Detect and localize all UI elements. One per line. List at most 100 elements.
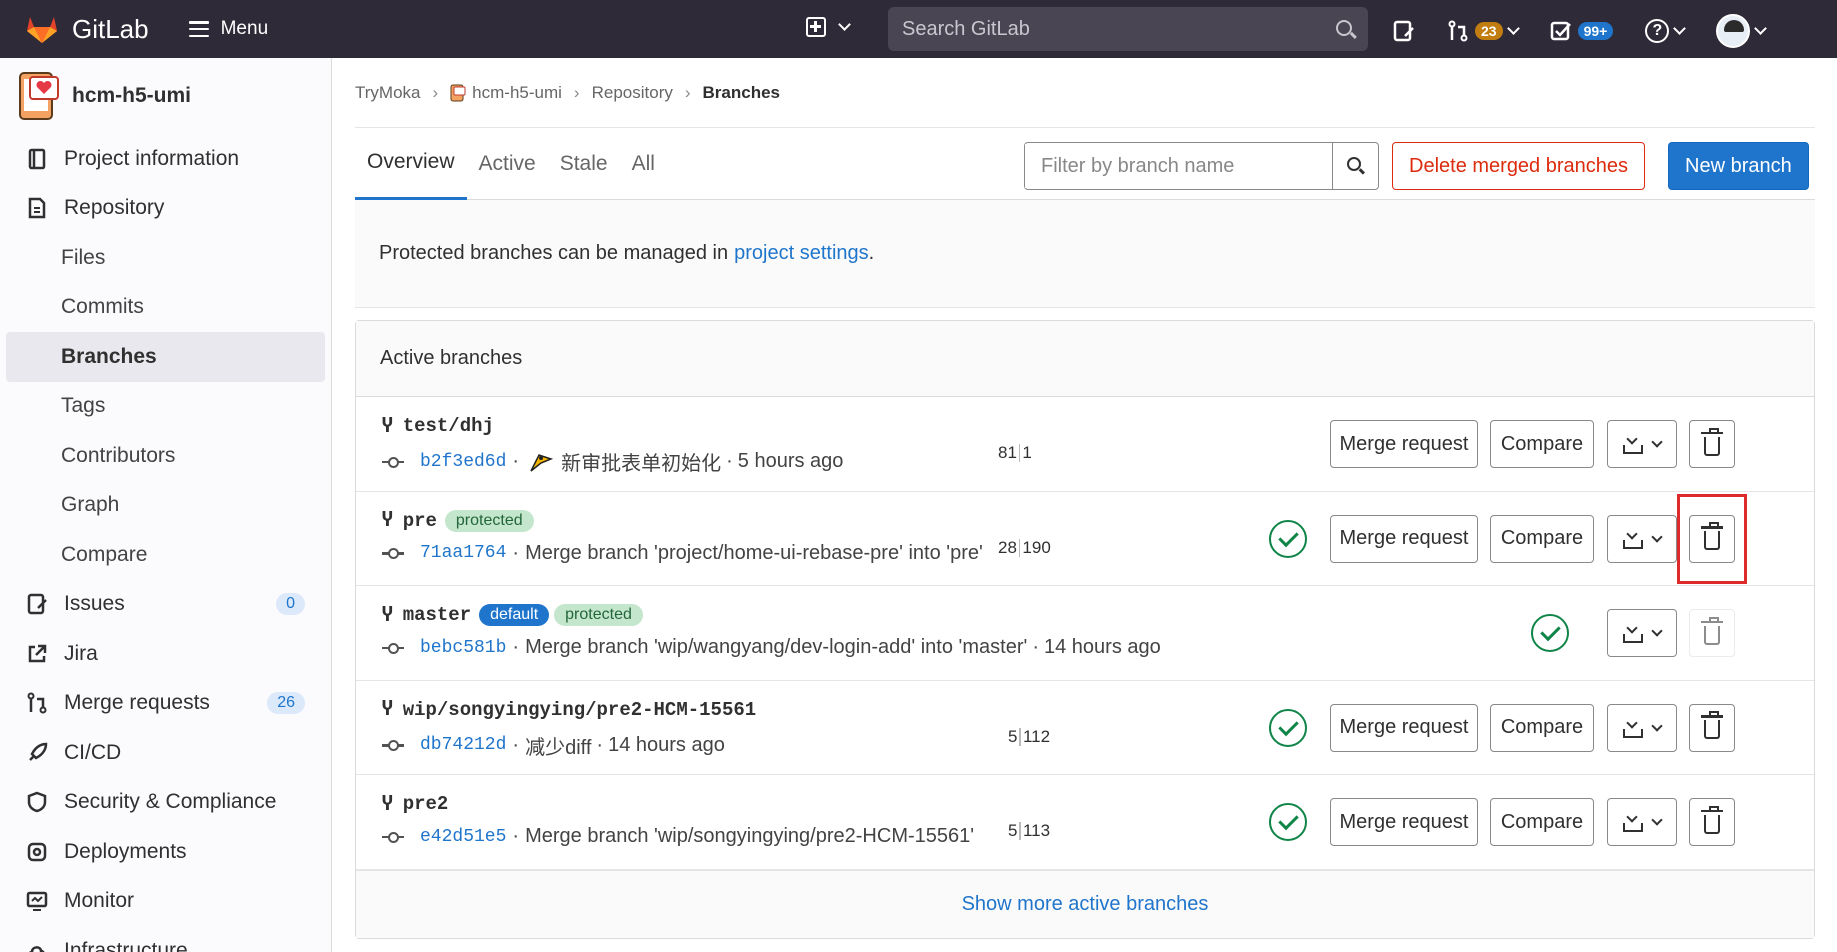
chevron-down-icon	[1651, 436, 1663, 448]
separator-dot: ·	[512, 636, 520, 658]
merge-request-button[interactable]: Merge request	[1330, 514, 1478, 563]
branch-name[interactable]: pre2	[403, 793, 449, 815]
compare-button[interactable]: Compare	[1490, 703, 1594, 752]
filter-search-button[interactable]	[1332, 143, 1378, 189]
gitlab-logo[interactable]: GitLab	[26, 14, 149, 45]
compare-button[interactable]: Compare	[1490, 420, 1594, 468]
tab-all[interactable]: All	[620, 128, 667, 200]
delete-merged-branches-button[interactable]: Delete merged branches	[1392, 142, 1646, 190]
help-dropdown[interactable]: ?	[1645, 19, 1687, 43]
pipeline-passed-icon[interactable]	[1269, 803, 1307, 841]
new-branch-button[interactable]: New branch	[1668, 142, 1809, 190]
branch-filter-input[interactable]	[1025, 144, 1333, 188]
delete-branch-button[interactable]	[1689, 514, 1735, 563]
breadcrumb-project[interactable]: hcm-h5-umi	[472, 83, 562, 103]
sidebar-item-files[interactable]: Files	[0, 233, 331, 283]
chevron-right-icon: ›	[684, 82, 691, 102]
merge-requests-shortcut[interactable]: 23	[1447, 20, 1520, 42]
commit-sha[interactable]: bebc581b	[420, 638, 506, 658]
branch-icon: Ⴤ	[382, 604, 393, 625]
compare-button[interactable]: Compare	[1490, 514, 1594, 563]
commit-sha[interactable]: 71aa1764	[420, 543, 506, 563]
sidebar-item-graph[interactable]: Graph	[0, 481, 331, 531]
merge-request-icon	[27, 692, 47, 714]
commit-sha[interactable]: e42d51e5	[420, 827, 506, 847]
breadcrumb-group[interactable]: TryMoka	[355, 83, 421, 103]
sidebar-item-contributors[interactable]: Contributors	[0, 431, 331, 481]
pipeline-passed-icon[interactable]	[1269, 519, 1307, 558]
sidebar-item-merge-requests[interactable]: Merge requests 26	[0, 679, 331, 729]
merge-request-button[interactable]: Merge request	[1330, 420, 1478, 468]
project-settings-link[interactable]: project settings	[734, 242, 869, 265]
chevron-down-icon	[1651, 530, 1663, 543]
sidebar-item-label: Repository	[64, 196, 165, 220]
sidebar-item-tags[interactable]: Tags	[0, 382, 331, 432]
delete-branch-button[interactable]	[1689, 420, 1735, 468]
todos-shortcut[interactable]: 99+	[1550, 20, 1614, 42]
commit-sha[interactable]: db74212d	[420, 735, 506, 755]
commit-message[interactable]: Merge branch 'wip/songyingying/pre2-HCM-…	[525, 825, 974, 848]
project-header[interactable]: hcm-h5-umi	[0, 58, 331, 134]
sidebar-item-label: Contributors	[61, 443, 176, 467]
branch-name[interactable]: test/dhj	[403, 415, 494, 437]
merge-request-button[interactable]: Merge request	[1330, 703, 1478, 752]
branch-name[interactable]: pre	[403, 510, 437, 532]
delete-branch-button-disabled	[1689, 609, 1735, 657]
sidebar-item-ci-cd[interactable]: CI/CD	[0, 728, 331, 778]
sidebar-item-monitor[interactable]: Monitor	[0, 877, 331, 927]
issues-shortcut[interactable]	[1393, 20, 1415, 42]
sidebar-item-label: Files	[61, 245, 106, 269]
download-dropdown[interactable]	[1607, 514, 1677, 563]
pipeline-passed-icon[interactable]	[1269, 708, 1307, 747]
sidebar-item-compare[interactable]: Compare	[0, 530, 331, 580]
commit-message[interactable]: Merge branch 'wip/wangyang/dev-login-add…	[525, 636, 1027, 659]
todo-check-icon	[1550, 21, 1571, 41]
sidebar-item-commits[interactable]: Commits	[0, 283, 331, 333]
download-dropdown[interactable]	[1607, 798, 1677, 846]
branch-title: Ⴤ pre2	[382, 793, 448, 815]
download-dropdown[interactable]	[1607, 609, 1677, 657]
branch-name[interactable]: wip/songyingying/pre2-HCM-15561	[403, 699, 756, 721]
pipeline-passed-icon[interactable]	[1531, 614, 1569, 652]
search-input[interactable]	[902, 17, 1322, 41]
branch-row: Ⴤ pre protected 71aa1764 · Merge branch …	[356, 492, 1814, 586]
branch-name[interactable]: master	[403, 604, 471, 626]
new-dropdown-button[interactable]	[806, 17, 851, 37]
show-more-active-branches-link[interactable]: Show more active branches	[356, 869, 1814, 938]
download-dropdown[interactable]	[1607, 420, 1677, 468]
sidebar-item-deployments[interactable]: Deployments	[0, 827, 331, 877]
monitor-icon	[26, 892, 48, 912]
sidebar-item-issues[interactable]: Issues 0	[0, 580, 331, 630]
delete-branch-button[interactable]	[1689, 798, 1735, 846]
sidebar-item-label: Project information	[64, 146, 240, 170]
download-dropdown[interactable]	[1607, 703, 1677, 752]
commit-message[interactable]: 新审批表单初始化	[561, 447, 721, 476]
commit-message[interactable]: 减少diff	[525, 731, 591, 760]
user-dropdown[interactable]	[1716, 14, 1768, 48]
breadcrumb-current[interactable]: Branches	[703, 83, 780, 103]
compare-button[interactable]: Compare	[1490, 798, 1594, 846]
sidebar-item-infrastructure[interactable]: Infrastructure	[0, 926, 331, 952]
breadcrumb-repository[interactable]: Repository	[592, 83, 673, 103]
divergence-divider	[1019, 822, 1021, 840]
commit-message[interactable]: Merge branch 'project/home-ui-rebase-pre…	[525, 542, 983, 565]
merge-request-button[interactable]: Merge request	[1330, 798, 1478, 846]
commit-sha[interactable]: b2f3ed6d	[420, 452, 506, 472]
sidebar-item-jira[interactable]: Jira	[0, 629, 331, 679]
chevron-right-icon: ›	[432, 82, 439, 102]
protected-badge: protected	[444, 509, 534, 532]
tab-overview[interactable]: Overview	[355, 128, 467, 200]
tab-active[interactable]: Active	[467, 128, 548, 200]
delete-branch-button[interactable]	[1689, 703, 1735, 752]
menu-button[interactable]: Menu	[188, 18, 268, 40]
sidebar-item-security-compliance[interactable]: Security & Compliance	[0, 778, 331, 828]
tab-stale[interactable]: Stale	[548, 128, 620, 200]
divergence-graph: 5 112	[1008, 727, 1050, 747]
separator-dot: ·	[512, 450, 520, 472]
chevron-right-icon: ›	[573, 82, 580, 102]
sidebar-item-project-information[interactable]: Project information	[0, 134, 331, 184]
top-navbar: GitLab Menu 23 99+ ?	[0, 0, 1837, 58]
plus-square-icon	[806, 17, 826, 37]
sidebar-item-branches[interactable]: Branches	[6, 332, 325, 382]
sidebar-item-repository[interactable]: Repository	[0, 184, 331, 234]
